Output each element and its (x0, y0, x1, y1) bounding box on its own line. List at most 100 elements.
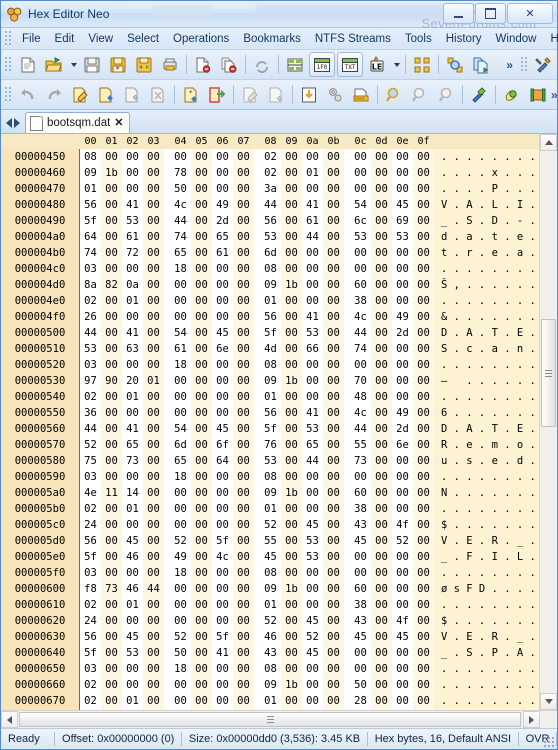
hex-byte-cell[interactable]: 18 (170, 469, 191, 485)
hex-byte-cell[interactable]: 00 (101, 229, 122, 245)
hex-byte-cell[interactable]: 61 (122, 229, 143, 245)
hex-byte-cell[interactable]: 00 (302, 149, 323, 165)
hex-byte-cell[interactable]: 01 (122, 293, 143, 309)
hex-byte-cell[interactable]: 5f (212, 533, 233, 549)
hex-byte-cell[interactable]: 00 (413, 581, 434, 597)
hex-byte-cell[interactable]: 00 (281, 437, 302, 453)
hex-byte-cell[interactable]: 00 (191, 421, 212, 437)
hex-byte-cell[interactable]: 1b (101, 165, 122, 181)
hex-byte-cell[interactable]: 00 (191, 437, 212, 453)
hex-byte-cell[interactable]: 53 (392, 229, 413, 245)
hex-row[interactable]: 00000670 02 00 01 00 00 00 00 00 01 00 00 00 28 00 00 00… (1, 693, 539, 709)
hex-byte-cell[interactable]: 60 (350, 581, 371, 597)
minimize-button[interactable] (443, 3, 474, 24)
row-hex-cells[interactable]: 02 00 01 00 00 00 00 00 01 00 00 00 28 00 00 00 (80, 693, 434, 709)
hex-byte-cell[interactable]: 50 (170, 181, 191, 197)
hex-byte-cell[interactable]: 00 (350, 549, 371, 565)
hex-byte-cell[interactable]: 00 (191, 149, 212, 165)
save-button[interactable] (80, 53, 104, 76)
hex-byte-cell[interactable]: 00 (302, 373, 323, 389)
hex-byte-cell[interactable]: 00 (392, 261, 413, 277)
hex-byte-cell[interactable]: 18 (170, 565, 191, 581)
menu-item-window[interactable]: Window (489, 31, 544, 47)
hex-byte-cell[interactable]: 46 (260, 629, 281, 645)
hex-byte-cell[interactable]: 54 (170, 325, 191, 341)
row-ascii[interactable]: $ . . . . . . . R . E . C . O . (434, 517, 539, 533)
hex-byte-cell[interactable]: 00 (302, 693, 323, 709)
hex-byte-cell[interactable]: 00 (323, 517, 344, 533)
hex-byte-cell[interactable]: 03 (80, 261, 101, 277)
hex-byte-cell[interactable]: 00 (101, 517, 122, 533)
hex-row[interactable]: 000005a0 4e 11 14 00 00 00 00 00 09 1b 00 00 60 00 00 00… (1, 485, 539, 501)
row-ascii[interactable]: D . A . T . E . _ . S . D . - . (434, 325, 539, 341)
hex-byte-cell[interactable]: 00 (350, 565, 371, 581)
hex-byte-cell[interactable]: 00 (371, 517, 392, 533)
hex-byte-cell[interactable]: 08 (260, 565, 281, 581)
hex-byte-cell[interactable]: 00 (191, 197, 212, 213)
hex-byte-cell[interactable]: 00 (101, 437, 122, 453)
hex-byte-cell[interactable]: 45 (212, 325, 233, 341)
hex-byte-cell[interactable]: 00 (392, 501, 413, 517)
hex-byte-cell[interactable]: 08 (260, 357, 281, 373)
hex-row[interactable]: 00000450 08 00 00 00 00 00 00 00 02 00 00 00 00 00 00 00… (1, 149, 539, 165)
hex-byte-cell[interactable]: 00 (101, 453, 122, 469)
text-view-button[interactable]: TXT (337, 52, 363, 77)
hex-byte-cell[interactable]: 00 (191, 613, 212, 629)
insert-document-button[interactable] (94, 83, 118, 106)
hex-byte-cell[interactable]: 09 (80, 165, 101, 181)
hex-byte-cell[interactable]: 00 (323, 453, 344, 469)
row-hex-cells[interactable]: 5f 00 53 00 44 00 2d 00 56 00 61 00 6c 00 69 00 (80, 213, 434, 229)
row-ascii[interactable]: . . . . . . . . . . . . . . . . (434, 565, 539, 581)
save-as-button[interactable]: * (106, 53, 130, 76)
hex-row[interactable]: 00000630 56 00 45 00 52 00 5f 00 46 00 52 00 45 00 45 00… (1, 629, 539, 645)
row-hex-cells[interactable]: 56 00 45 00 52 00 5f 00 46 00 52 00 45 00 45 00 (80, 629, 434, 645)
pattern-coloring-button[interactable] (467, 83, 491, 106)
tab-nav-forward-icon[interactable] (14, 117, 20, 128)
hex-byte-cell[interactable]: 00 (371, 309, 392, 325)
hex-byte-cell[interactable]: 00 (233, 277, 254, 293)
hex-byte-cell[interactable]: 1b (281, 581, 302, 597)
hex-byte-cell[interactable]: 00 (413, 229, 434, 245)
hex-byte-cell[interactable]: 24 (80, 613, 101, 629)
hex-byte-cell[interactable]: 00 (233, 197, 254, 213)
hex-byte-cell[interactable]: 00 (101, 149, 122, 165)
hex-byte-cell[interactable]: 08 (260, 261, 281, 277)
hex-byte-cell[interactable]: 00 (143, 389, 164, 405)
hex-byte-cell[interactable]: 00 (371, 389, 392, 405)
hex-byte-cell[interactable]: 00 (191, 677, 212, 693)
hex-byte-cell[interactable]: 46 (122, 549, 143, 565)
hex-byte-cell[interactable]: 45 (302, 517, 323, 533)
hex-row[interactable]: 000004b0 74 00 72 00 65 00 61 00 6d 00 00 00 00 00 00 00… (1, 245, 539, 261)
hex-byte-cell[interactable]: 45 (392, 197, 413, 213)
row-hex-cells[interactable]: 08 00 00 00 00 00 00 00 02 00 00 00 00 00 00 00 (80, 149, 434, 165)
tab-bootsqm-dat[interactable]: bootsqm.dat ✕ (25, 112, 130, 133)
hex-byte-cell[interactable]: 00 (233, 533, 254, 549)
hex-byte-cell[interactable]: 00 (323, 229, 344, 245)
hex-byte-cell[interactable]: 00 (392, 597, 413, 613)
hex-byte-cell[interactable]: 00 (413, 421, 434, 437)
hex-byte-cell[interactable]: 00 (323, 293, 344, 309)
hex-byte-cell[interactable]: 00 (191, 533, 212, 549)
hex-byte-cell[interactable]: 44 (143, 581, 164, 597)
hex-byte-cell[interactable]: 03 (80, 357, 101, 373)
hex-byte-cell[interactable]: 00 (371, 549, 392, 565)
hex-byte-cell[interactable]: 00 (392, 165, 413, 181)
hex-byte-cell[interactable]: 00 (233, 261, 254, 277)
hex-byte-cell[interactable]: 49 (170, 549, 191, 565)
hex-byte-cell[interactable]: 00 (413, 517, 434, 533)
hex-byte-cell[interactable]: 00 (392, 693, 413, 709)
hex-byte-cell[interactable]: 5f (80, 645, 101, 661)
hex-byte-cell[interactable]: 00 (371, 533, 392, 549)
hex-byte-cell[interactable]: 11 (101, 485, 122, 501)
row-hex-cells[interactable]: 02 00 01 00 00 00 00 00 01 00 00 00 48 00 00 00 (80, 389, 434, 405)
row-hex-cells[interactable]: 24 00 00 00 00 00 00 00 52 00 45 00 43 00 4f 00 (80, 613, 434, 629)
settings-gears-button[interactable] (323, 83, 347, 106)
little-endian-button[interactable]: LE (365, 53, 389, 76)
hex-byte-cell[interactable]: 44 (350, 421, 371, 437)
hex-byte-cell[interactable]: 00 (413, 469, 434, 485)
hex-byte-cell[interactable]: 00 (212, 181, 233, 197)
hex-byte-cell[interactable]: 00 (371, 677, 392, 693)
row-ascii[interactable]: _ . S . D . - . V . a . l . i . (434, 213, 539, 229)
hex-byte-cell[interactable]: 00 (413, 197, 434, 213)
hex-byte-cell[interactable]: 08 (260, 469, 281, 485)
